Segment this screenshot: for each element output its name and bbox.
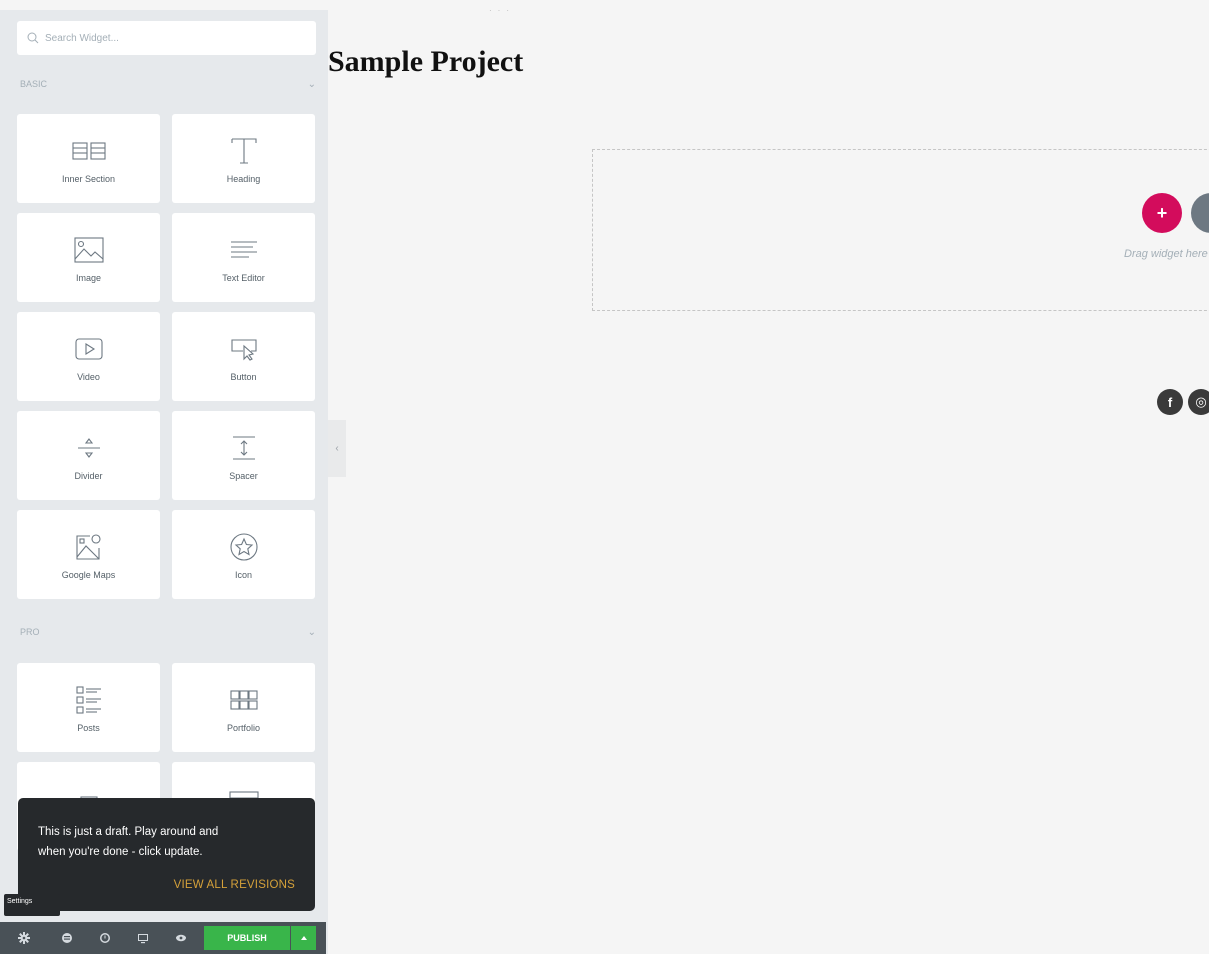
spacer-icon xyxy=(224,431,264,465)
widget-label: Text Editor xyxy=(222,272,265,283)
category-header-pro[interactable]: PRO ⌄ xyxy=(20,622,316,642)
widget-label: Button xyxy=(230,371,257,382)
category-title: BASIC xyxy=(20,79,48,89)
draft-notice-toast: This is just a draft. Play around and wh… xyxy=(18,798,315,911)
widget-spacer[interactable]: Spacer xyxy=(172,411,315,500)
basic-widgets-grid: Inner Section Heading Image Text Editor … xyxy=(17,114,316,599)
widget-button[interactable]: Button xyxy=(172,312,315,401)
widget-label: Inner Section xyxy=(61,173,116,184)
widget-image[interactable]: Image xyxy=(17,213,160,302)
caret-up-icon xyxy=(300,936,307,940)
inner-section-icon xyxy=(69,134,109,168)
publish-options-button[interactable] xyxy=(291,926,316,950)
heading-icon xyxy=(224,134,264,168)
settings-button[interactable] xyxy=(0,922,48,954)
responsive-icon xyxy=(138,934,148,944)
chevron-down-icon: ⌄ xyxy=(307,626,316,638)
preview-button[interactable] xyxy=(162,922,200,954)
widget-label: Image xyxy=(75,272,101,283)
search-icon xyxy=(27,32,39,44)
widget-inner-section[interactable]: Inner Section xyxy=(17,114,160,203)
facebook-icon[interactable]: f xyxy=(1157,389,1183,415)
navigator-icon xyxy=(62,933,72,943)
text-editor-icon xyxy=(224,233,264,267)
video-icon xyxy=(69,332,109,366)
image-icon xyxy=(69,233,109,267)
drag-widget-hint: Drag widget here xyxy=(1124,248,1208,260)
search-input[interactable] xyxy=(45,32,285,44)
widget-google-maps[interactable]: Google Maps xyxy=(17,510,160,599)
publish-button[interactable]: PUBLISH xyxy=(204,926,290,950)
widget-divider[interactable]: Divider xyxy=(17,411,160,500)
widget-portfolio[interactable]: Portfolio xyxy=(172,663,315,752)
widget-posts[interactable]: Posts xyxy=(17,663,160,752)
star-icon xyxy=(224,530,264,564)
preview-icon xyxy=(176,934,186,942)
widget-label: Divider xyxy=(74,470,103,481)
widget-label: Spacer xyxy=(229,470,258,481)
widget-video[interactable]: Video xyxy=(17,312,160,401)
button-icon xyxy=(224,332,264,366)
widget-text-editor[interactable]: Text Editor xyxy=(172,213,315,302)
widget-icon[interactable]: Icon xyxy=(172,510,315,599)
instagram-icon[interactable]: ◎ xyxy=(1188,389,1209,415)
widget-label: Video xyxy=(77,371,100,382)
navigator-button[interactable] xyxy=(48,922,86,954)
canvas-handle-dots: ··· xyxy=(489,6,515,15)
plus-icon: + xyxy=(1156,202,1168,223)
search-box[interactable] xyxy=(17,21,316,55)
widget-heading[interactable]: Heading xyxy=(172,114,315,203)
widget-label: Heading xyxy=(226,173,261,184)
chevron-left-icon: ‹ xyxy=(335,443,339,454)
google-maps-icon xyxy=(69,530,109,564)
posts-icon xyxy=(69,683,109,717)
widget-label: Posts xyxy=(77,722,100,733)
history-icon xyxy=(100,933,110,943)
widget-label: Portfolio xyxy=(226,722,261,733)
add-section-button[interactable]: + xyxy=(1142,193,1182,233)
collapse-panel-handle[interactable]: ‹ xyxy=(328,420,346,477)
responsive-mode-button[interactable] xyxy=(124,922,162,954)
empty-section-dropzone[interactable] xyxy=(592,149,1209,311)
portfolio-icon xyxy=(224,683,264,717)
widget-label: Google Maps xyxy=(61,569,116,580)
settings-icon xyxy=(18,932,30,944)
divider-icon xyxy=(69,431,109,465)
history-button[interactable] xyxy=(86,922,124,954)
settings-tooltip: Settings xyxy=(4,894,60,916)
chevron-down-icon: ⌄ xyxy=(307,78,316,90)
panel-footer: PUBLISH xyxy=(0,922,326,954)
toast-message: This is just a draft. Play around and wh… xyxy=(38,826,219,858)
view-all-revisions-link[interactable]: VIEW ALL REVISIONS xyxy=(174,879,295,891)
category-title: PRO xyxy=(20,627,40,637)
category-header-basic[interactable]: BASIC ⌄ xyxy=(20,74,316,94)
widget-label: Icon xyxy=(234,569,252,580)
page-title: Sample Project xyxy=(328,45,524,78)
